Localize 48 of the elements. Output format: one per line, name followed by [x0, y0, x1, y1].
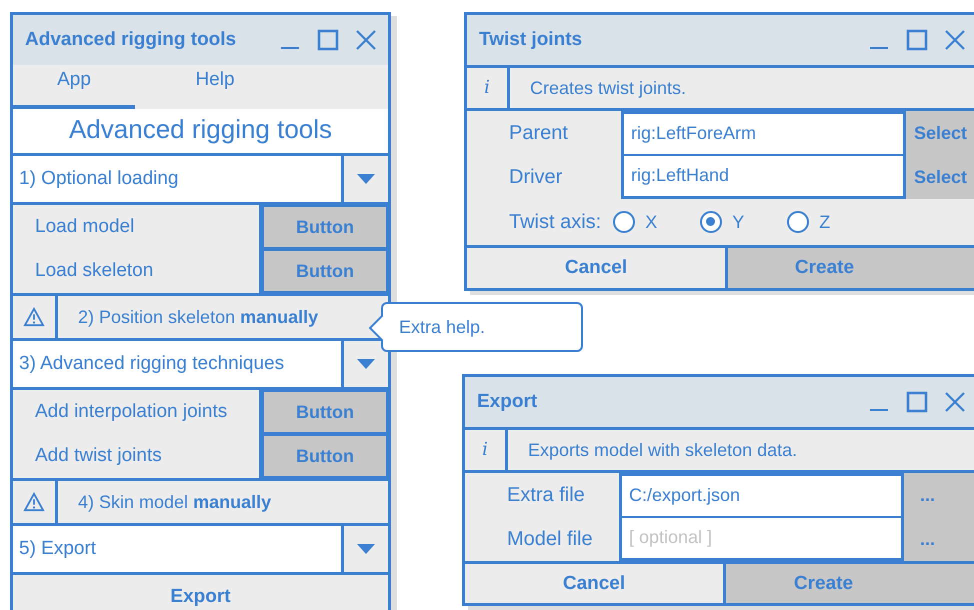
text-field[interactable]: C:/export.json — [619, 473, 904, 517]
radio-option-label: Z — [819, 212, 830, 232]
text-field[interactable]: [ optional ] — [619, 517, 904, 561]
tooltip-text: Extra help. — [399, 316, 486, 338]
warning-icon — [23, 307, 45, 327]
info-text: Exports model with skeleton data. — [527, 439, 798, 462]
radio-option-label: X — [645, 212, 658, 232]
warning-icon — [23, 492, 45, 512]
maximize-button[interactable] — [316, 28, 340, 52]
radio-label: Twist axis: — [508, 210, 602, 234]
field-label: Parent — [508, 122, 569, 144]
dialog-button[interactable]: Create — [723, 564, 974, 603]
section-dropdown[interactable]: 5) Export — [13, 526, 344, 572]
maximize-button[interactable] — [905, 28, 929, 52]
action-button[interactable]: Button — [262, 434, 388, 478]
browse-button[interactable]: ... — [904, 473, 974, 517]
section-dropdown[interactable]: 1) Optional loading — [13, 156, 344, 202]
field-label: Extra file — [506, 484, 586, 506]
window-title: Advanced rigging tools — [25, 29, 238, 51]
browse-button[interactable]: Select — [906, 155, 974, 199]
field-label: Model file — [506, 528, 594, 550]
text-field[interactable]: rig:LeftForeArm — [621, 111, 906, 155]
field-label: Driver — [508, 166, 564, 188]
caret-icon — [356, 358, 376, 370]
browse-button[interactable]: ... — [904, 517, 974, 561]
radio-button[interactable] — [700, 211, 722, 233]
close-button[interactable] — [354, 28, 378, 52]
caret-icon — [356, 173, 376, 185]
warning-message: 2) Position skeleton manually — [77, 306, 320, 329]
text-field[interactable]: rig:LeftHand — [621, 155, 906, 199]
radio-button[interactable] — [787, 211, 810, 233]
dialog-button[interactable]: Create — [725, 248, 974, 288]
window-title: Export — [477, 391, 538, 413]
action-button[interactable]: Button — [262, 249, 388, 293]
info-text: Creates twist joints. — [529, 77, 688, 100]
browse-button[interactable]: Select — [906, 111, 974, 155]
section-dropdown[interactable]: 3) Advanced rigging techniques — [13, 341, 344, 387]
caret-icon — [356, 543, 376, 555]
close-button[interactable] — [943, 390, 967, 414]
warning-message: 4) Skin model manually — [77, 491, 272, 514]
maximize-button[interactable] — [905, 390, 929, 414]
heading: Advanced rigging tools — [13, 109, 388, 156]
action-button[interactable]: Button — [262, 390, 388, 434]
close-button[interactable] — [943, 28, 967, 52]
radio-option-label: Y — [732, 212, 744, 232]
radio-button[interactable] — [613, 211, 636, 233]
action-button[interactable]: Button — [262, 205, 388, 249]
window-title: Twist joints — [479, 29, 584, 51]
